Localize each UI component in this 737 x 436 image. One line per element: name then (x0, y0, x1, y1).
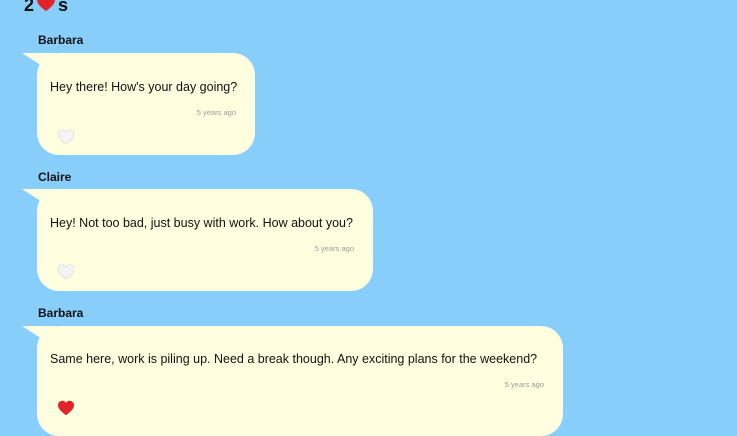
message-sender: Barbara (38, 33, 84, 47)
likes-suffix: s (58, 0, 69, 15)
heart-icon (57, 129, 75, 145)
message-bubble: Hey! Not too bad, just busy with work. H… (22, 189, 373, 291)
message-text: Same here, work is piling up. Need a bre… (50, 352, 538, 366)
message-text: Hey! Not too bad, just busy with work. H… (50, 216, 353, 230)
like-button[interactable] (57, 129, 75, 145)
message-sender: Barbara (38, 306, 84, 320)
message-bubble: Same here, work is piling up. Need a bre… (22, 326, 563, 436)
heart-icon (36, 0, 56, 16)
message-timestamp: 5 years ago (314, 244, 354, 253)
likes-count-header: 2 s (24, 0, 68, 16)
bubble-tail (22, 189, 56, 211)
bubble-tail (22, 326, 56, 348)
message-sender: Claire (38, 170, 72, 184)
like-button[interactable] (57, 264, 75, 280)
likes-count: 2 (24, 0, 35, 15)
bubble-tail (22, 53, 56, 75)
message-bubble: Hey there! How's your day going? 5 years… (22, 53, 255, 155)
message-text: Hey there! How's your day going? (50, 80, 238, 94)
message-timestamp: 5 years ago (504, 380, 544, 389)
message-timestamp: 5 years ago (196, 108, 236, 117)
heart-icon (57, 264, 75, 280)
